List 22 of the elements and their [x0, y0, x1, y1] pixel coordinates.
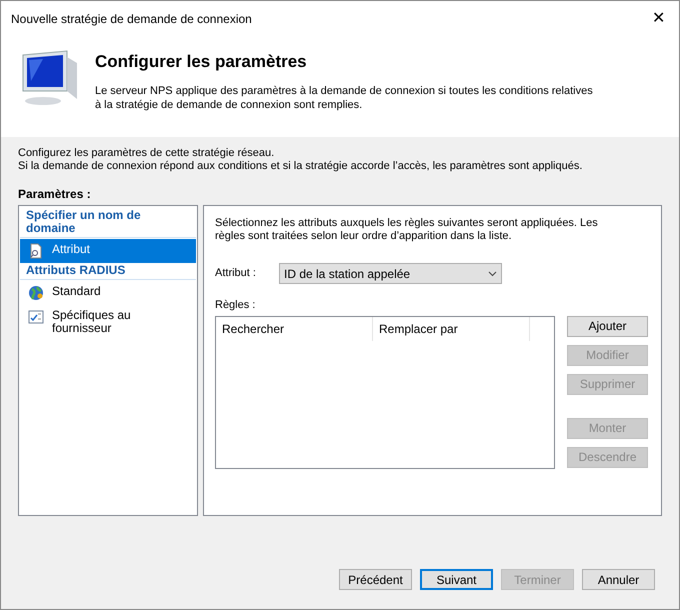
sidebar-item[interactable]: Standard — [20, 281, 196, 305]
sidebar-item[interactable]: Attribut — [20, 239, 196, 263]
sidebar-item[interactable]: Spécifiques au fournisseur — [20, 305, 196, 339]
rules-label: Règles : — [215, 298, 256, 313]
settings-label: Paramètres : — [18, 186, 92, 203]
button[interactable]: Suivant — [420, 569, 493, 590]
button[interactable]: Ajouter — [567, 316, 648, 336]
attribute-dropdown[interactable]: ID de la station appelée — [279, 263, 502, 284]
window-title: Nouvelle stratégie de demande de connexion — [11, 11, 252, 28]
column-header[interactable]: Remplacer par — [373, 316, 530, 340]
sidebar-group-heading: Attributs RADIUS — [20, 263, 196, 280]
intro-text: Si la demande de connexion répond aux conditions et si la stratégie accorde l’accès, les paramètres sont appliqués. — [18, 160, 584, 173]
column-header[interactable]: Rechercher — [216, 316, 373, 340]
button[interactable]: Précédent — [339, 569, 412, 590]
page-title: Configurer les paramètres — [95, 51, 308, 73]
panel-description: Sélectionnez les attributs auxquels les règles suivantes seront appliquées. Les règles sont traitées selon leur ordre d’apparition dans la liste. — [215, 217, 599, 243]
attribute-label: Attribut : — [215, 266, 257, 282]
sidebar-group-heading: Spécifier un nom de domaine — [20, 208, 196, 238]
button[interactable]: Annuler — [582, 569, 655, 590]
close-button[interactable]: ✕ — [648, 7, 669, 31]
intro-text: Configurez les paramètres de cette stratégie réseau. — [18, 147, 276, 160]
page-description: Le serveur NPS applique des paramètres à la demande de connexion si toutes les conditions relatives à la stratégie de demande de connexion sont remplies. — [95, 84, 594, 112]
